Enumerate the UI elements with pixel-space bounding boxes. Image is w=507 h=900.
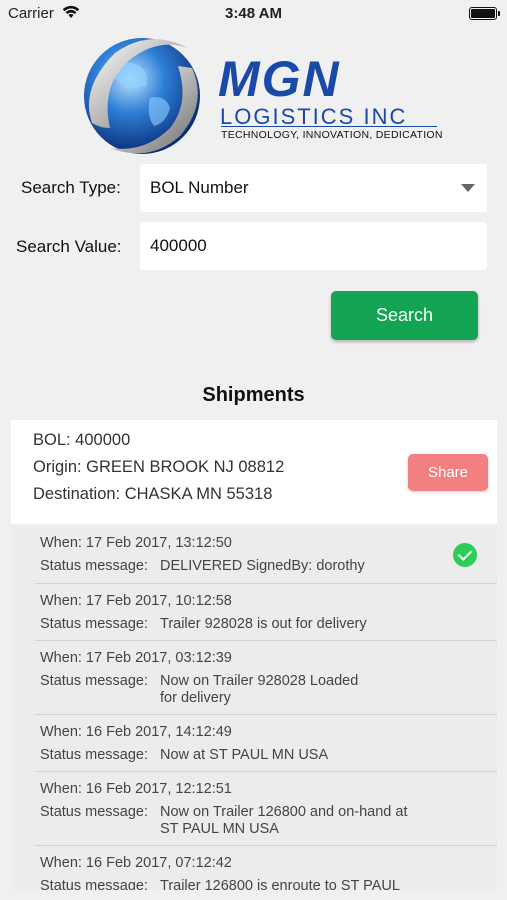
status-when: When: 16 Feb 2017, 14:12:49 xyxy=(40,724,232,740)
logo-title: MGN xyxy=(218,51,341,107)
check-circle-icon xyxy=(453,543,477,567)
status-message-line: ST PAUL MN USA xyxy=(160,821,279,837)
status-item: When: 16 Feb 2017, 12:12:51 Status messa… xyxy=(11,771,497,845)
status-message-label: Status message: xyxy=(40,804,148,820)
shipment-bol: BOL: 400000 xyxy=(33,431,131,449)
status-item: When: 17 Feb 2017, 03:12:39 Status messa… xyxy=(11,640,497,714)
shipment-origin: Origin: GREEN BROOK NJ 08812 xyxy=(33,458,285,476)
globe-icon xyxy=(84,38,200,154)
status-message-line: Now on Trailer 928028 Loaded xyxy=(160,673,359,689)
status-message: Now on Trailer 126800 and on-hand at ST … xyxy=(160,804,460,838)
logo-divider xyxy=(221,126,437,127)
status-item: When: 17 Feb 2017, 10:12:58 Status messa… xyxy=(11,583,497,640)
shipments-title: Shipments xyxy=(202,384,305,406)
search-value-input[interactable]: 400000 xyxy=(140,222,487,270)
status-message-label: Status message: xyxy=(40,878,148,890)
status-message: Now on Trailer 928028 Loaded for deliver… xyxy=(160,673,460,707)
search-type-value: BOL Number xyxy=(150,178,249,197)
shipment-destination: Destination: CHASKA MN 55318 xyxy=(33,485,273,503)
status-message-line: for delivery xyxy=(160,690,231,706)
status-message-label: Status message: xyxy=(40,747,148,763)
search-type-select[interactable]: BOL Number xyxy=(140,164,487,212)
status-message-label: Status message: xyxy=(40,616,148,632)
status-when: When: 16 Feb 2017, 12:12:51 xyxy=(40,781,232,797)
chevron-down-icon xyxy=(461,184,475,192)
status-list[interactable]: When: 17 Feb 2017, 13:12:50 Status messa… xyxy=(11,525,497,890)
status-item: When: 16 Feb 2017, 07:12:42 Status messa… xyxy=(11,845,497,890)
status-message: Now at ST PAUL MN USA xyxy=(160,747,329,763)
company-logo: MGN LOGISTICS INC TECHNOLOGY, INNOVATION… xyxy=(70,28,450,163)
status-message-label: Status message: xyxy=(40,558,148,574)
status-message-line: Now on Trailer 126800 and on-hand at xyxy=(160,804,408,820)
clock: 3:48 AM xyxy=(225,5,282,22)
bottom-strip xyxy=(0,890,507,900)
status-when: When: 17 Feb 2017, 10:12:58 xyxy=(40,593,232,609)
status-message: Trailer 126800 is enroute to ST PAUL xyxy=(160,878,400,890)
search-value-text: 400000 xyxy=(150,236,207,255)
status-message: DELIVERED SignedBy: dorothy xyxy=(160,558,365,574)
status-item: When: 16 Feb 2017, 14:12:49 Status messa… xyxy=(11,714,497,771)
status-when: When: 16 Feb 2017, 07:12:42 xyxy=(40,855,232,871)
share-button[interactable]: Share xyxy=(408,454,488,491)
status-bar: Carrier 3:48 AM xyxy=(0,0,507,28)
shipment-card[interactable]: BOL: 400000 Origin: GREEN BROOK NJ 08812… xyxy=(11,420,497,524)
status-item: When: 17 Feb 2017, 13:12:50 Status messa… xyxy=(11,525,497,583)
battery-icon xyxy=(469,7,500,20)
logo-tagline: TECHNOLOGY, INNOVATION, DEDICATION xyxy=(221,129,443,141)
status-when: When: 17 Feb 2017, 13:12:50 xyxy=(40,535,232,551)
search-button[interactable]: Search xyxy=(331,291,478,340)
search-type-label: Search Type: xyxy=(21,178,121,197)
search-value-label: Search Value: xyxy=(16,237,122,256)
status-when: When: 17 Feb 2017, 03:12:39 xyxy=(40,650,232,666)
status-message: Trailer 928028 is out for delivery xyxy=(160,616,367,632)
status-message-label: Status message: xyxy=(40,673,148,689)
